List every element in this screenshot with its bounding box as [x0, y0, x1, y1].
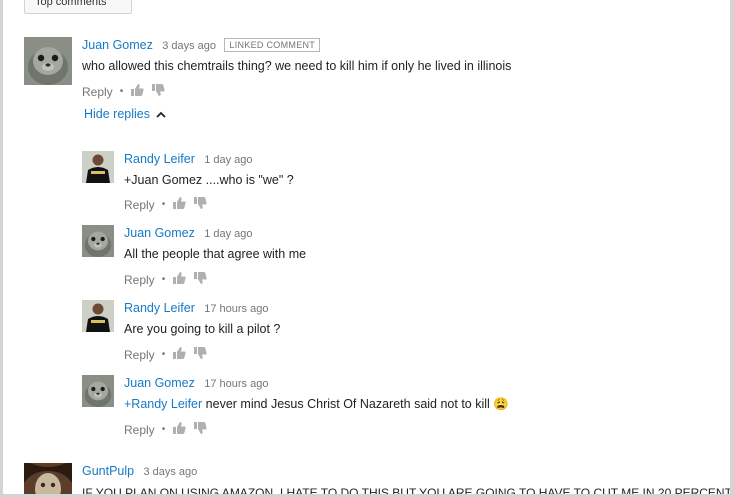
reply-actions: Reply • — [124, 346, 207, 363]
separator-dot: • — [161, 424, 166, 435]
separator-dot: • — [161, 349, 166, 360]
reply-author[interactable]: Juan Gomez — [124, 226, 195, 240]
comments-panel: Top comments Juan Gomez 3 days ago LINKE… — [3, 0, 730, 494]
linked-comment-badge: LINKED COMMENT — [224, 38, 321, 52]
reply-text: +Juan Gomez ....who is "we" ? — [124, 173, 294, 187]
comment-header: Juan Gomez 3 days ago LINKED COMMENT — [82, 38, 321, 52]
comment-author[interactable]: GuntPulp — [82, 464, 134, 478]
comment-header: GuntPulp 3 days ago — [82, 464, 197, 478]
comment-text: who allowed this chemtrails thing? we ne… — [82, 59, 512, 73]
reply-actions: Reply • — [124, 271, 207, 288]
avatar-person[interactable] — [82, 300, 114, 332]
mention-link[interactable]: +Randy Leifer — [124, 397, 202, 411]
comment-timestamp[interactable]: 3 days ago — [143, 466, 197, 478]
separator-dot: • — [161, 199, 166, 210]
reply-header: Juan Gomez 17 hours ago — [124, 376, 268, 390]
avatar-person[interactable] — [82, 151, 114, 183]
hide-replies-toggle[interactable]: Hide replies — [84, 107, 166, 121]
avatar-seal[interactable] — [82, 225, 114, 257]
reply-header: Juan Gomez 1 day ago — [124, 226, 253, 240]
reply-timestamp[interactable]: 1 day ago — [204, 228, 252, 240]
reply-actions: Reply • — [124, 421, 207, 438]
reply-timestamp[interactable]: 17 hours ago — [204, 303, 268, 315]
comment-actions: Reply • — [82, 83, 165, 100]
reply-text-body: never mind Jesus Christ Of Nazareth said… — [202, 397, 490, 411]
separator-dot: • — [119, 86, 124, 97]
reply-button[interactable]: Reply — [124, 273, 155, 287]
reply-text: +Randy Leifer never mind Jesus Christ Of… — [124, 397, 509, 412]
thumbs-down-icon[interactable] — [193, 421, 207, 438]
thumbs-up-icon[interactable] — [172, 346, 186, 363]
reply-button[interactable]: Reply — [124, 198, 155, 212]
avatar-guntpulp[interactable] — [24, 463, 72, 494]
comment-author[interactable]: Juan Gomez — [82, 38, 153, 52]
avatar-seal[interactable] — [82, 375, 114, 407]
reply-text: All the people that agree with me — [124, 247, 307, 261]
thumbs-up-icon[interactable] — [130, 83, 144, 100]
chevron-up-icon — [156, 111, 166, 118]
reply-button[interactable]: Reply — [82, 85, 113, 99]
reply-header: Randy Leifer 1 day ago — [124, 152, 253, 166]
comment-text: IF YOU PLAN ON USING AMAZON, I HATE TO D… — [82, 486, 730, 494]
thumbs-up-icon[interactable] — [172, 421, 186, 438]
thumbs-up-icon[interactable] — [172, 196, 186, 213]
thumbs-down-icon[interactable] — [151, 83, 165, 100]
hide-replies-label: Hide replies — [84, 107, 151, 121]
comment-timestamp[interactable]: 3 days ago — [162, 40, 216, 52]
reply-button[interactable]: Reply — [124, 423, 155, 437]
reply-author[interactable]: Randy Leifer — [124, 152, 195, 166]
thumbs-down-icon[interactable] — [193, 196, 207, 213]
reply-button[interactable]: Reply — [124, 348, 155, 362]
reply-author[interactable]: Randy Leifer — [124, 301, 195, 315]
reply-header: Randy Leifer 17 hours ago — [124, 301, 268, 315]
weary-face-emoji-icon: 😩 — [493, 397, 509, 411]
reply-timestamp[interactable]: 17 hours ago — [204, 378, 268, 390]
reply-author[interactable]: Juan Gomez — [124, 376, 195, 390]
reply-timestamp[interactable]: 1 day ago — [204, 154, 252, 166]
avatar-seal[interactable] — [24, 37, 72, 85]
reply-actions: Reply • — [124, 196, 207, 213]
thumbs-up-icon[interactable] — [172, 271, 186, 288]
thumbs-down-icon[interactable] — [193, 346, 207, 363]
sort-comments-button[interactable]: Top comments — [24, 0, 132, 14]
separator-dot: • — [161, 274, 166, 285]
thumbs-down-icon[interactable] — [193, 271, 207, 288]
reply-text: Are you going to kill a pilot ? — [124, 322, 281, 336]
